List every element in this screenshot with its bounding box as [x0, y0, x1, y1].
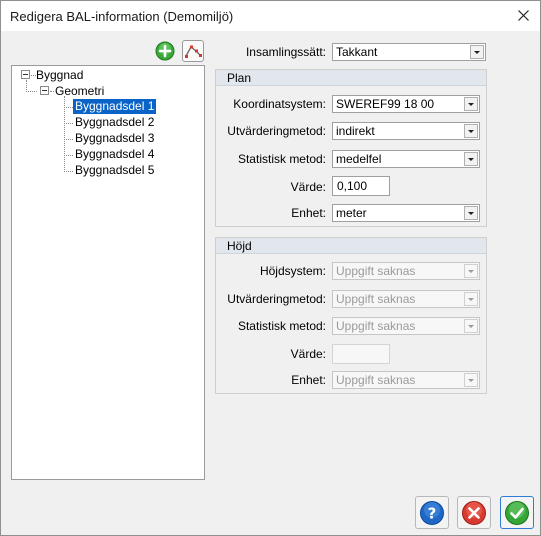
varde-input[interactable]: 0,100	[332, 176, 390, 196]
tree-item-byggnadsdel[interactable]: Byggnadsdel 2	[73, 115, 156, 130]
plus-circle-icon	[155, 41, 175, 61]
hojdsystem-label: Höjdsystem:	[259, 264, 326, 278]
enhet-value: meter	[336, 206, 367, 220]
title-bar: Redigera BAL-information (Demomiljö)	[1, 1, 540, 31]
hojd-utvarderingmetod-label: Utvärderingmetod:	[227, 292, 326, 306]
insamlingssatt-label: Insamlingssätt:	[245, 45, 326, 59]
tree-item-byggnadsdel[interactable]: Byggnadsdel 4	[73, 147, 156, 162]
help-button[interactable]: ?	[415, 496, 449, 529]
hojd-varde-label: Värde:	[290, 347, 326, 361]
statistisk-metod-value: medelfel	[336, 152, 382, 166]
koordinatsystem-label: Koordinatsystem:	[233, 97, 326, 111]
window-title: Redigera BAL-information (Demomiljö)	[10, 9, 234, 24]
tree-connector	[64, 107, 73, 108]
collapse-icon[interactable]	[40, 86, 49, 95]
tree-item-byggnadsdel[interactable]: Byggnadsdel 5	[73, 163, 156, 178]
chevron-down-icon	[464, 206, 478, 220]
chevron-down-icon	[464, 124, 478, 138]
dialog-window: Redigera BAL-information (Demomiljö) Byg…	[0, 0, 541, 536]
cancel-button[interactable]	[457, 496, 491, 529]
hojd-enhet-select[interactable]: Uppgift saknas	[332, 371, 480, 389]
tree-connector	[26, 91, 37, 92]
chevron-down-icon	[464, 152, 478, 166]
close-icon	[518, 10, 529, 21]
chevron-down-icon	[464, 319, 478, 333]
koordinatsystem-select[interactable]: SWEREF99 18 00	[332, 95, 480, 113]
tree-connector	[64, 139, 73, 140]
chevron-down-icon	[464, 97, 478, 111]
enhet-label: Enhet:	[291, 206, 326, 220]
tree-connector	[64, 123, 73, 124]
utvarderingmetod-select[interactable]: indirekt	[332, 122, 480, 140]
enhet-select[interactable]: meter	[332, 204, 480, 222]
chevron-down-icon	[464, 373, 478, 387]
tree-node-byggnad[interactable]: Byggnad	[34, 68, 85, 83]
hojd-varde-input[interactable]	[332, 344, 390, 364]
hojdsystem-value: Uppgift saknas	[336, 264, 416, 278]
hojd-statistisk-metod-label: Statistisk metod:	[237, 319, 326, 333]
help-icon: ?	[420, 501, 444, 525]
ok-check-icon	[505, 501, 529, 525]
chevron-down-icon	[470, 45, 484, 59]
close-button[interactable]	[506, 1, 540, 31]
collapse-icon[interactable]	[21, 70, 30, 79]
utvarderingmetod-value: indirekt	[336, 124, 375, 138]
chevron-down-icon	[464, 292, 478, 306]
chevron-down-icon	[464, 264, 478, 278]
hojd-enhet-value: Uppgift saknas	[336, 373, 416, 387]
hojd-statistisk-metod-value: Uppgift saknas	[336, 319, 416, 333]
statistisk-metod-label: Statistisk metod:	[237, 152, 326, 166]
hojd-group-header: Höjd	[216, 238, 486, 254]
hojd-enhet-label: Enhet:	[291, 373, 326, 387]
koordinatsystem-value: SWEREF99 18 00	[336, 97, 435, 111]
svg-text:?: ?	[428, 505, 437, 523]
tree-item-byggnadsdel[interactable]: Byggnadsdel 3	[73, 131, 156, 146]
hojd-utvarderingmetod-value: Uppgift saknas	[336, 292, 416, 306]
add-button[interactable]	[154, 40, 176, 62]
statistisk-metod-select[interactable]: medelfel	[332, 150, 480, 168]
hojd-utvarderingmetod-select[interactable]: Uppgift saknas	[332, 290, 480, 308]
tree-connector	[64, 155, 73, 156]
ok-button[interactable]	[500, 496, 534, 529]
tree-item-byggnadsdel[interactable]: Byggnadsdel 1	[73, 99, 157, 114]
hojdsystem-select[interactable]: Uppgift saknas	[332, 262, 480, 280]
utvarderingmetod-label: Utvärderingmetod:	[227, 124, 326, 138]
insamlingssatt-value: Takkant	[336, 45, 378, 59]
plan-group-header: Plan	[216, 70, 486, 86]
cancel-icon	[462, 501, 486, 525]
varde-label: Värde:	[290, 180, 326, 194]
tree-node-geometri[interactable]: Geometri	[53, 84, 106, 99]
tree-connector	[64, 171, 73, 172]
insamlingssatt-select[interactable]: Takkant	[332, 43, 486, 61]
hojd-statistisk-metod-select[interactable]: Uppgift saknas	[332, 317, 480, 335]
